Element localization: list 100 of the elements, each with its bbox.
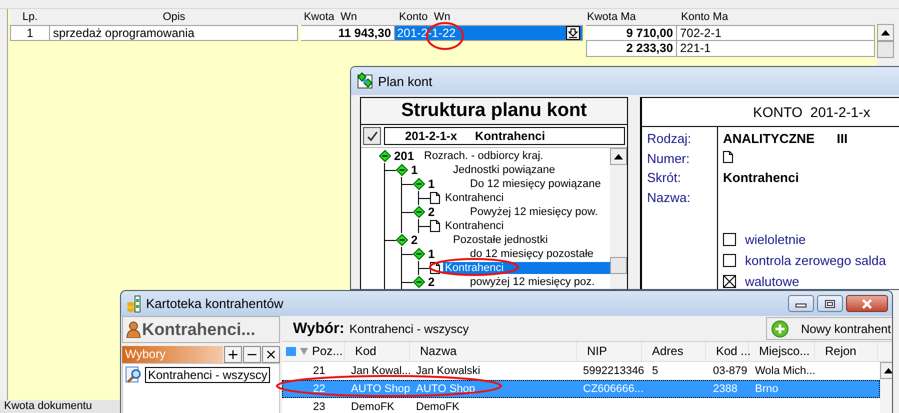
tree-item[interactable]: Kontrahenci <box>443 192 610 204</box>
account-code: 201-2-1-x <box>405 129 458 143</box>
tree-item[interactable]: Powyżej 12 miesięcy pow. <box>468 206 610 218</box>
table-cell-text: Jan Kowal... <box>350 365 411 377</box>
document-icon <box>430 192 440 204</box>
scroll-thumb[interactable] <box>610 257 627 274</box>
account-number: 2 <box>428 205 436 219</box>
account-name: Kontrahenci <box>475 129 546 143</box>
field-label: Skrót: <box>647 170 682 187</box>
checkbox-label: wieloletnie <box>745 232 806 247</box>
field-value: ANALITYCZNE <box>723 131 815 146</box>
collapse-icon[interactable] <box>396 234 408 246</box>
document-icon <box>430 220 440 232</box>
table-cell-text: CZ606666... <box>582 383 643 395</box>
tree-item[interactable]: Kontrahenci <box>443 262 610 274</box>
table-cell-text: 5 <box>651 365 660 377</box>
column-header[interactable]: Adres <box>642 342 706 361</box>
table-cell-text: 23 <box>312 401 326 413</box>
tree-item[interactable]: Rozrach. - odbiorcy kraj. <box>422 150 610 162</box>
table-row[interactable]: 23 DemoFK DemoFK <box>282 398 880 413</box>
up-arrow-icon[interactable] <box>883 367 892 374</box>
close-button[interactable] <box>846 295 888 312</box>
account-number: 1 <box>428 177 436 191</box>
tree-item[interactable]: Jednostki powiązane <box>451 164 610 176</box>
account-number: 2 <box>411 233 419 247</box>
column-header[interactable]: Rejon <box>815 342 878 361</box>
search-icon <box>125 366 143 383</box>
account-number: 201 <box>394 149 416 163</box>
maximize-icon[interactable] <box>824 298 836 308</box>
column-header[interactable]: Kod <box>345 342 410 361</box>
panel-heading: Struktura planu kont <box>361 98 627 125</box>
scroll-up-button[interactable] <box>610 148 627 165</box>
section-label: Wybory <box>122 346 223 363</box>
column-header[interactable]: Miejsco... <box>749 342 815 361</box>
checkbox-label: walutowe <box>745 274 800 289</box>
column-header[interactable]: Kod ... <box>706 342 749 361</box>
collapse-icon[interactable] <box>379 150 391 162</box>
collapse-icon[interactable] <box>413 276 425 288</box>
close-icon[interactable] <box>861 298 873 308</box>
checkbox[interactable] <box>723 233 736 246</box>
tree-item[interactable]: Kontrahenci <box>443 220 610 232</box>
table-cell: 221-1 <box>677 41 875 57</box>
collapse-icon[interactable] <box>413 206 425 218</box>
tree-item[interactable]: powyżej 12 miesięcy poz. <box>468 276 610 288</box>
table-cell: sprzedaż oprogramowania <box>50 25 298 41</box>
table-cell-text: Jan Kowalski <box>415 365 482 377</box>
checkbox[interactable] <box>723 254 736 267</box>
selection-value: Kontrahenci - wszyscy <box>349 322 469 336</box>
field-label: Rodzaj: <box>647 131 692 148</box>
minimize-button[interactable] <box>788 295 814 312</box>
scroll-up-button[interactable] <box>880 362 892 379</box>
table-cell: 1 <box>10 25 50 41</box>
filter-item[interactable]: Kontrahenci - wszyscy <box>145 366 270 382</box>
column-header: Konto Wn <box>398 11 452 23</box>
up-arrow-icon[interactable] <box>613 153 624 160</box>
table-row[interactable]: 21 Jan Kowal... Jan Kowalski 5992213346 5 03-879 Wola Mich... <box>282 362 880 380</box>
tree-item[interactable]: Do 12 miesięcy powiązane <box>468 178 610 190</box>
table-cell: 11 943,30 <box>301 25 395 41</box>
account-number: 1 <box>428 247 436 261</box>
account-number: 2 <box>428 275 436 289</box>
check-button[interactable] <box>363 127 381 145</box>
column-header[interactable]: Poz... <box>312 342 343 361</box>
field-label: Nazwa: <box>647 190 692 206</box>
checkbox[interactable] <box>723 275 736 288</box>
checkbox-label: kontrola zerowego salda <box>745 253 886 268</box>
panel-title: Kontrahenci... <box>142 320 256 340</box>
up-arrow-icon[interactable] <box>880 29 891 36</box>
table-cell: 702-2-1 <box>677 25 875 41</box>
table-cell-text: 22 <box>312 383 326 395</box>
scroll-thumb[interactable] <box>877 41 894 58</box>
scroll-up-button[interactable] <box>877 24 894 41</box>
table-cell-text: DemoFK <box>415 401 460 413</box>
collapse-icon[interactable] <box>396 164 408 176</box>
table-cell: 9 710,00 <box>586 25 677 41</box>
account-selector[interactable]: 201-2-1-x Kontrahenci <box>384 127 625 145</box>
maximize-button[interactable] <box>817 295 843 312</box>
filter-button[interactable]: + <box>224 346 242 363</box>
filter-button[interactable]: × <box>262 346 280 363</box>
table-cell-text: 03-879 <box>712 365 748 377</box>
filter-button[interactable]: − <box>243 346 261 363</box>
column-header: Lp. <box>21 11 39 23</box>
collapse-icon[interactable] <box>413 248 425 260</box>
column-header[interactable]: Nazwa <box>410 342 577 361</box>
checkmark-icon[interactable] <box>366 130 378 142</box>
table-cell-text: Wola Mich... <box>754 365 816 377</box>
field-value: Kontrahenci <box>723 170 799 185</box>
selection-label: Wybór: <box>293 320 344 337</box>
new-contractor-button[interactable]: Nowy kontrahent <box>766 317 892 340</box>
tree-item[interactable]: do 12 miesięcy pozostałe <box>468 248 610 260</box>
ledger-icon <box>127 294 141 312</box>
document-icon <box>723 150 733 162</box>
table-cell-text: Brno <box>754 383 780 395</box>
column-header[interactable]: NIP <box>577 342 642 361</box>
sort-icon[interactable] <box>300 348 308 355</box>
column-header: Kwota Ma <box>586 11 637 23</box>
tree-item[interactable]: Pozostałe jednostki <box>451 234 610 246</box>
collapse-icon[interactable] <box>413 178 425 190</box>
tree-icon <box>357 72 373 90</box>
table-cell-text: AUTO Shop <box>350 383 411 395</box>
footer-label: Kwota dokumentu <box>0 400 120 413</box>
